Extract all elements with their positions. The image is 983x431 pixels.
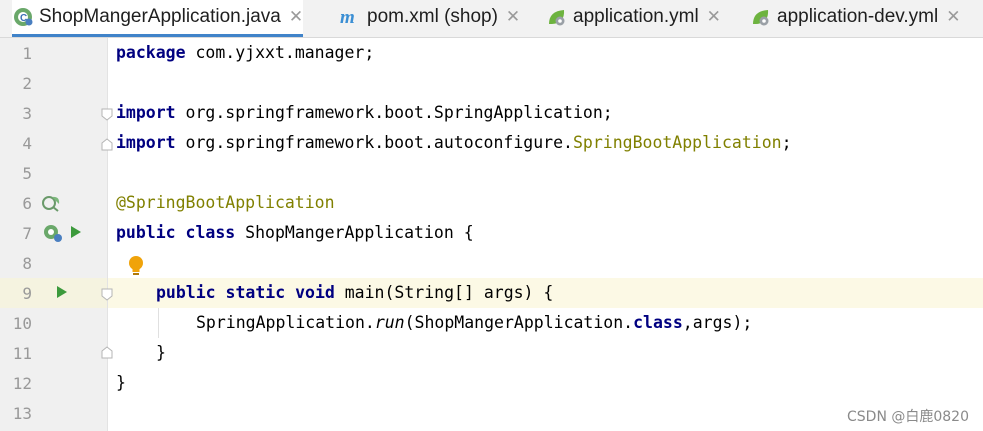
line-number: 4 <box>22 134 32 153</box>
code-line-10: SpringApplication.run(ShopMangerApplicat… <box>196 313 752 332</box>
annotation: @SpringBootApplication <box>116 193 335 212</box>
tab-shopmangerapplication-java[interactable]: C ShopMangerApplication.java ✕ <box>12 0 304 37</box>
line-number: 1 <box>22 44 32 63</box>
close-icon[interactable]: ✕ <box>946 7 960 27</box>
keyword: import <box>116 103 176 122</box>
line-number: 7 <box>22 224 32 243</box>
tab-label: ShopMangerApplication.java <box>39 6 281 27</box>
fold-start-icon[interactable] <box>101 288 113 301</box>
fold-start-icon[interactable] <box>101 108 113 121</box>
code-text: } <box>116 373 126 392</box>
fold-end-icon[interactable] <box>101 138 113 151</box>
line-number: 5 <box>22 164 32 183</box>
close-icon[interactable]: ✕ <box>707 7 721 27</box>
svg-text:m: m <box>340 7 355 28</box>
code-line-12: } <box>116 373 126 392</box>
code-text: } <box>156 343 166 362</box>
tab-label: application.yml <box>573 6 699 27</box>
keyword: public class <box>116 223 236 242</box>
code-text: com.yjxxt.manager; <box>185 43 375 62</box>
code-text: (ShopMangerApplication. <box>404 313 634 332</box>
tab-label: application-dev.yml <box>777 6 939 27</box>
code-line-11: } <box>156 343 166 362</box>
close-icon[interactable]: ✕ <box>506 7 520 27</box>
code-line-9: public static void main(String[] args) { <box>156 283 553 302</box>
watermark: CSDN @白鹿0820 <box>847 409 969 425</box>
line-number: 9 <box>22 284 32 303</box>
tab-application-yml[interactable]: application.yml ✕ <box>546 0 721 34</box>
gutter-separator <box>107 38 108 431</box>
close-icon[interactable]: ✕ <box>289 7 303 27</box>
line-number: 12 <box>12 374 32 393</box>
editor-tab-bar: C ShopMangerApplication.java ✕ m pom.xml… <box>0 0 983 38</box>
line-number: 6 <box>22 194 32 213</box>
code-line-6: @SpringBootApplication <box>116 193 335 212</box>
line-number: 3 <box>22 104 32 123</box>
code-text: run <box>374 313 405 332</box>
lightbulb-icon[interactable] <box>127 255 145 282</box>
code-text: org.springframework.boot.SpringApplicati… <box>175 103 613 122</box>
tab-application-dev-yml[interactable]: application-dev.yml ✕ <box>750 0 960 34</box>
code-text: main(String[] args) { <box>334 283 554 302</box>
line-number: 13 <box>12 404 32 423</box>
code-text: ; <box>781 133 792 152</box>
keyword: public static void <box>156 283 335 302</box>
tab-label: pom.xml (shop) <box>367 6 498 27</box>
code-text: org.springframework.boot.autoconfigure. <box>175 133 573 152</box>
code-line-3: import org.springframework.boot.SpringAp… <box>116 103 613 122</box>
spring-bean-icon[interactable] <box>42 223 64 248</box>
code-line-4: import org.springframework.boot.autoconf… <box>116 133 792 152</box>
line-number: 8 <box>22 254 32 273</box>
keyword: import <box>116 133 176 152</box>
tab-pom-xml[interactable]: m pom.xml (shop) ✕ <box>340 0 520 34</box>
bean-navigate-icon[interactable] <box>42 194 62 217</box>
keyword: class <box>633 313 683 332</box>
line-number: 10 <box>12 314 32 333</box>
line-number: 2 <box>22 74 32 93</box>
code-line-1: package com.yjxxt.manager; <box>116 43 374 62</box>
code-text: SpringBootApplication <box>572 133 782 152</box>
spring-config-icon <box>546 6 568 28</box>
keyword: package <box>116 43 186 62</box>
fold-end-icon[interactable] <box>101 346 113 359</box>
line-number: 11 <box>12 344 32 363</box>
spring-class-icon: C <box>12 6 34 28</box>
run-main-icon[interactable] <box>56 285 68 304</box>
code-text: ShopMangerApplication { <box>235 223 474 242</box>
code-text: SpringApplication. <box>196 313 375 332</box>
spring-config-icon <box>750 6 772 28</box>
indent-guide <box>158 308 159 338</box>
code-line-7: public class ShopMangerApplication { <box>116 223 474 242</box>
code-text: ,args); <box>682 313 753 332</box>
maven-icon: m <box>340 6 362 28</box>
run-class-icon[interactable] <box>70 225 82 244</box>
